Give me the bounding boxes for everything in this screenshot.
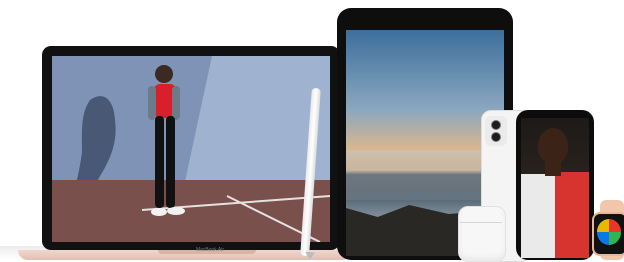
apple-watch-dial — [597, 219, 621, 245]
macbook-model-label: MacBook Air — [195, 247, 225, 253]
iphone-screen-shirt-red — [555, 172, 589, 258]
iphone-camera-bump — [485, 116, 507, 146]
macbook-screen — [52, 56, 330, 242]
iphone-screen-face — [538, 128, 568, 164]
airpods-seam — [460, 222, 502, 223]
macbook-wallpaper — [52, 56, 330, 242]
camera-lens-icon — [491, 120, 501, 130]
camera-lens-icon — [491, 132, 501, 142]
iphone-screen-shirt-white — [521, 174, 557, 258]
airpods-icon — [458, 206, 506, 262]
